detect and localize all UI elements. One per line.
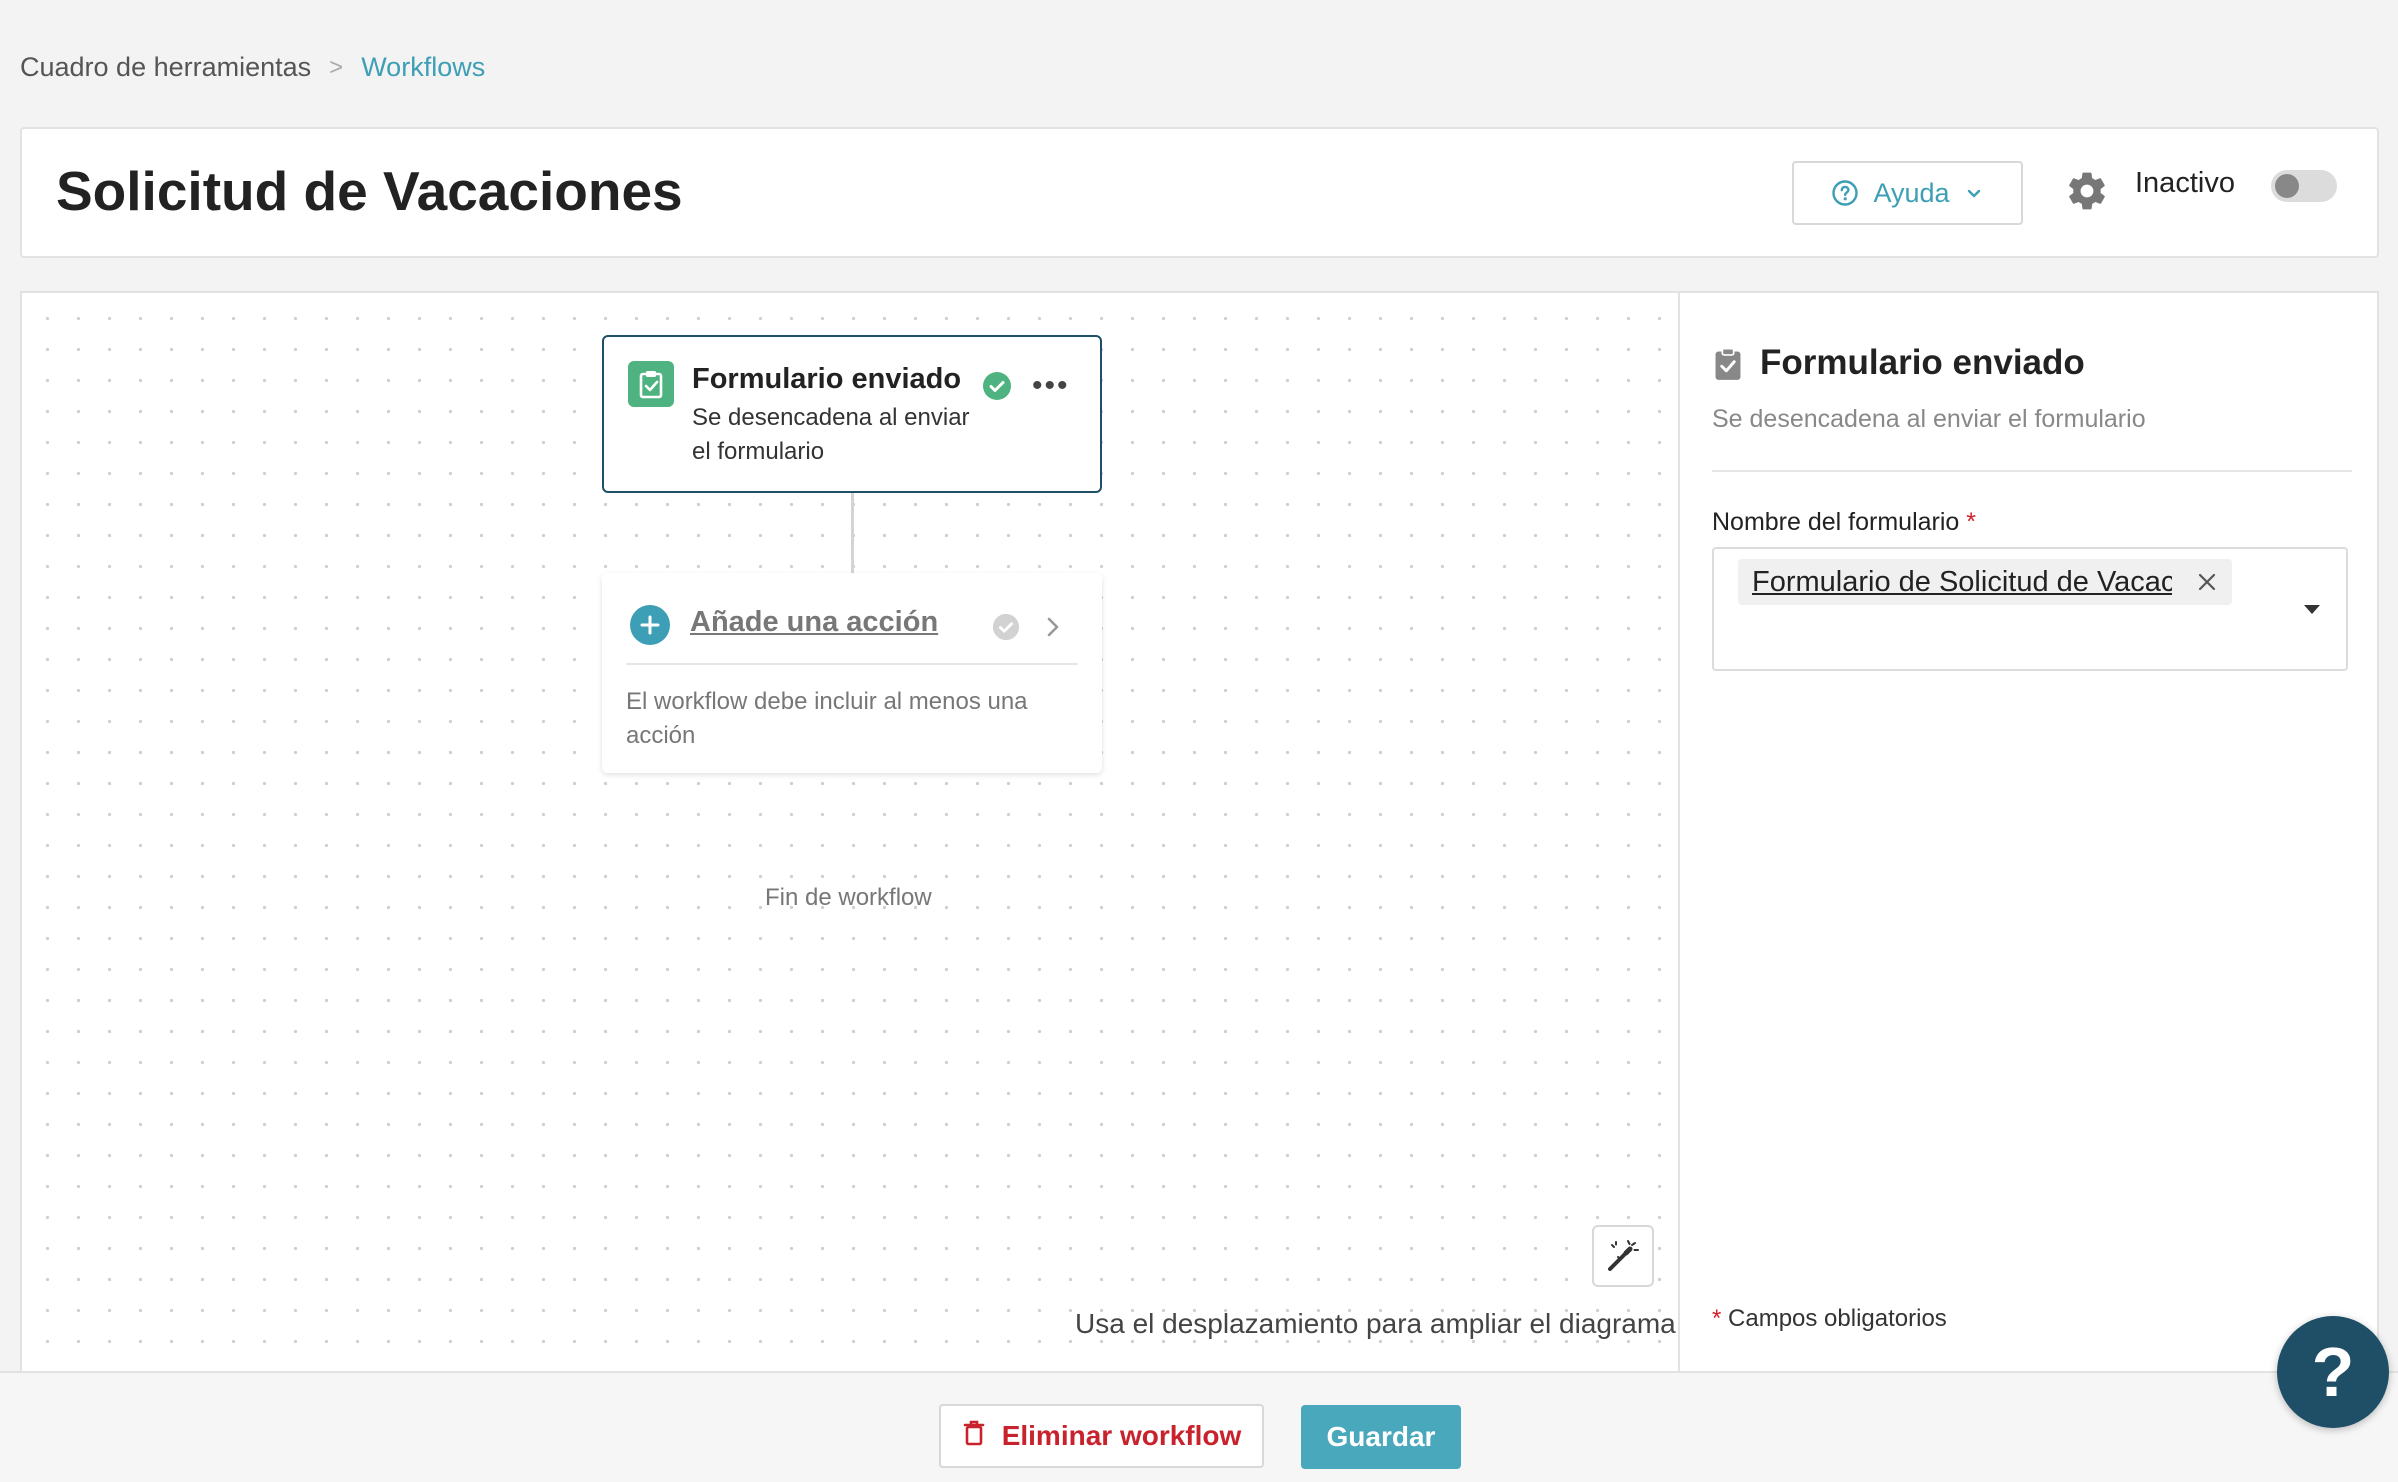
help-button-label: Ayuda [1873, 177, 1950, 208]
panel-subtitle: Se desencadena al enviar el formulario [1712, 405, 2146, 433]
divider [626, 663, 1078, 665]
close-icon[interactable] [2182, 559, 2232, 605]
breadcrumb-item-workflows[interactable]: Workflows [361, 52, 485, 83]
clipboard-check-icon [1712, 347, 1744, 386]
breadcrumb: Cuadro de herramientas > Workflows [20, 52, 485, 83]
trash-icon [962, 1419, 986, 1454]
required-fields-note: * Campos obligatorios [1712, 1305, 1947, 1333]
gear-icon[interactable] [2065, 169, 2109, 213]
panel-title: Formulario enviado [1760, 343, 2085, 382]
delete-workflow-button[interactable]: Eliminar workflow [939, 1404, 1264, 1468]
form-name-select[interactable]: Formulario de Solicitud de Vacaci [1712, 547, 2348, 671]
form-name-label-text: Nombre del formulario [1712, 508, 1960, 536]
status-label: Inactivo [2135, 167, 2235, 199]
scroll-hint: Usa el desplazamiento para ampliar el di… [1075, 1308, 1676, 1339]
selected-form-tag: Formulario de Solicitud de Vacaci [1738, 559, 2232, 605]
breadcrumb-separator: > [329, 53, 344, 81]
workflow-canvas[interactable]: Formulario enviado Se desencadena al env… [20, 291, 1678, 1371]
required-mark: * [1712, 1305, 1722, 1332]
divider [1712, 470, 2352, 472]
properties-panel: Formulario enviado Se desencadena al env… [1678, 291, 2379, 1371]
check-circle-icon [992, 613, 1020, 646]
footer-bar: Eliminar workflow Guardar [0, 1371, 2398, 1482]
help-fab[interactable]: ? [2277, 1316, 2389, 1428]
connector-line [851, 493, 854, 573]
chevron-down-icon[interactable] [2304, 605, 2320, 614]
header-card: Solicitud de Vacaciones Ayuda Inactivo [20, 127, 2379, 258]
chevron-right-icon[interactable] [1042, 613, 1064, 646]
form-name-label: Nombre del formulario * [1712, 508, 1976, 537]
trigger-card[interactable]: Formulario enviado Se desencadena al env… [602, 335, 1102, 493]
trigger-title: Formulario enviado [692, 363, 962, 395]
delete-workflow-label: Eliminar workflow [1001, 1420, 1242, 1451]
trigger-subtitle: Se desencadena al enviar el formulario [692, 404, 970, 465]
toggle-knob [2275, 174, 2299, 198]
plus-circle-icon[interactable] [630, 605, 670, 645]
breadcrumb-item-toolbox[interactable]: Cuadro de herramientas [20, 52, 311, 83]
clipboard-check-icon [628, 361, 674, 407]
page-title: Solicitud de Vacaciones [56, 160, 683, 222]
help-circle-icon [1831, 179, 1859, 207]
end-of-workflow-label: Fin de workflow [765, 884, 932, 911]
magic-wand-icon[interactable] [1592, 1225, 1654, 1287]
action-description: El workflow debe incluir al menos una ac… [626, 688, 1028, 749]
active-toggle[interactable] [2271, 170, 2337, 202]
help-button[interactable]: Ayuda [1792, 161, 2023, 225]
selected-form-text: Formulario de Solicitud de Vacaci [1752, 565, 2172, 598]
add-action-card[interactable]: Añade una acción El workflow debe inclui… [602, 573, 1102, 773]
add-action-link[interactable]: Añade una acción [690, 606, 938, 639]
required-fields-text: Campos obligatorios [1728, 1305, 1947, 1332]
save-button[interactable]: Guardar [1301, 1405, 1461, 1469]
check-circle-icon [982, 371, 1012, 406]
chevron-down-icon [1964, 183, 1984, 203]
more-icon[interactable]: ••• [1032, 371, 1070, 401]
required-mark: * [1966, 508, 1977, 536]
